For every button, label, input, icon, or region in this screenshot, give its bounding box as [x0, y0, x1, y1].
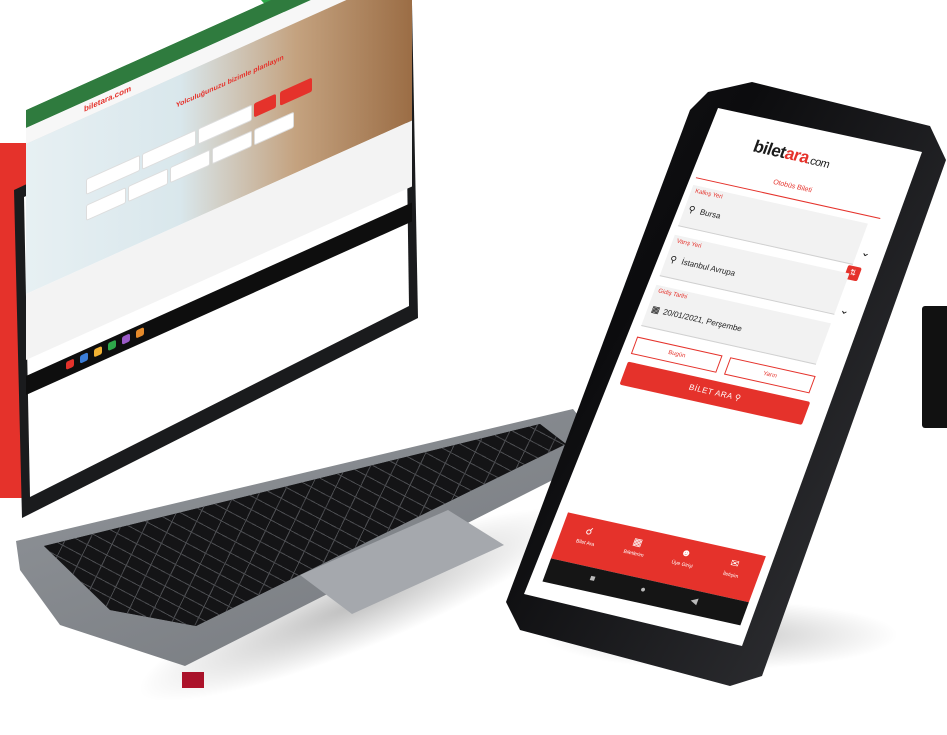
arrival-value: İstanbul Avrupa — [680, 257, 737, 278]
location-pin-icon: ⚲ — [668, 253, 679, 265]
recent-apps-icon[interactable]: ■ — [588, 573, 597, 584]
home-icon[interactable]: ● — [639, 584, 648, 595]
side-tab — [922, 306, 947, 428]
logo-suffix: .com — [805, 154, 832, 171]
back-icon[interactable]: ◀ — [689, 595, 699, 607]
departure-label: Kalkış Yeri — [693, 188, 724, 201]
app-logo[interactable]: biletara.com — [750, 137, 833, 173]
departure-value: Bursa — [698, 207, 723, 221]
arrival-label: Varış Yeri — [675, 238, 703, 250]
date-value: 20/01/2021, Perşembe — [661, 307, 744, 334]
search-icon: ⚲ — [733, 392, 743, 403]
calendar-icon: ▦ — [649, 303, 662, 316]
chevron-down-icon[interactable]: ⌄ — [838, 303, 852, 318]
chevron-down-icon[interactable]: ⌄ — [859, 246, 873, 261]
location-pin-icon: ⚲ — [686, 203, 697, 215]
search-ticket-label: BİLET ARA — [687, 382, 734, 401]
date-label: Gidiş Tarihi — [657, 288, 688, 301]
